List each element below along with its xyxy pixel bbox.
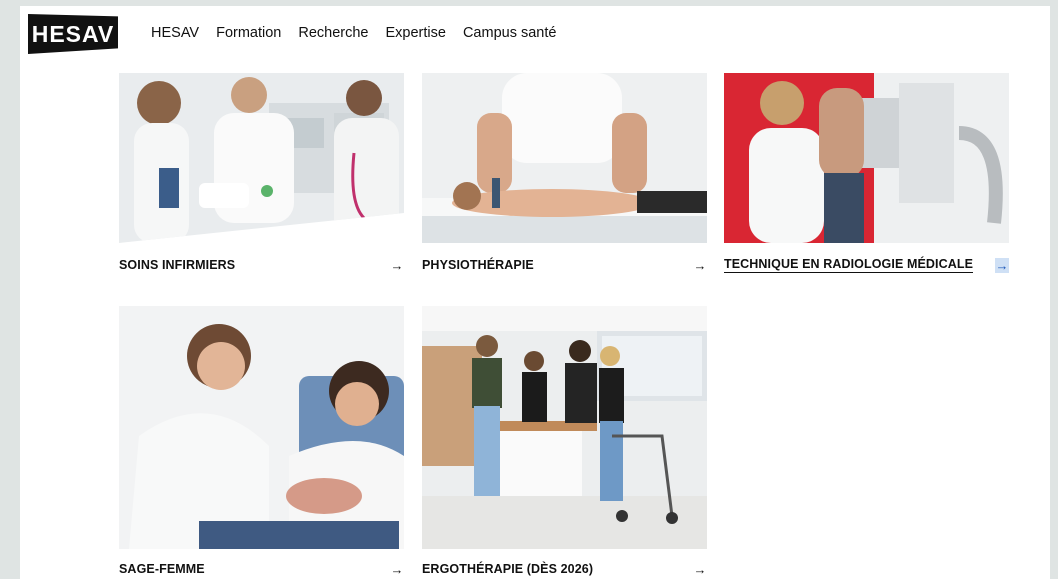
card-label: PHYSIOTHÉRAPIE [422,258,534,272]
card-soins-infirmiers[interactable]: SOINS INFIRMIERS → [119,73,404,283]
card-image-soins-infirmiers [119,73,404,243]
arrow-right-icon: → [390,257,404,273]
card-image-physiotherapie [422,73,707,243]
arrow-right-icon: → [995,257,1009,273]
card-image-ergotherapie [422,306,707,549]
arrow-right-icon: → [693,561,707,577]
card-label-row: ERGOTHÉRAPIE (DÈS 2026) → [422,559,707,579]
card-image-sage-femme [119,306,404,549]
card-label: SAGE-FEMME [119,562,205,576]
card-label: ERGOTHÉRAPIE (DÈS 2026) [422,562,594,576]
nav-item-recherche[interactable]: Recherche [298,25,368,41]
nav-item-hesav[interactable]: HESAV [151,25,199,41]
nav-item-expertise[interactable]: Expertise [386,25,446,41]
nav-item-campus-sante[interactable]: Campus santé [463,25,557,41]
page: HESAV HESAV Formation Recherche Expertis… [20,6,1050,579]
logo-text: HESAV [31,20,115,47]
arrow-right-icon: → [390,561,404,577]
hesav-logo[interactable]: HESAV [28,14,118,54]
arrow-right-icon: → [693,257,707,273]
card-label-row: SAGE-FEMME → [119,559,404,579]
main-nav: HESAV Formation Recherche Expertise Camp… [151,25,556,41]
card-label: TECHNIQUE EN RADIOLOGIE MÉDICALE [724,257,974,273]
card-technique-radiologie-medicale[interactable]: TECHNIQUE EN RADIOLOGIE MÉDICALE → [724,73,1009,283]
card-sage-femme[interactable]: SAGE-FEMME → [119,306,404,579]
card-label-row: TECHNIQUE EN RADIOLOGIE MÉDICALE → [724,255,1009,275]
top-navigation: HESAV HESAV Formation Recherche Expertis… [20,6,1050,64]
card-physiotherapie[interactable]: PHYSIOTHÉRAPIE → [422,73,707,283]
card-label-row: SOINS INFIRMIERS → [119,255,404,275]
nav-item-formation[interactable]: Formation [216,25,281,41]
card-label-row: PHYSIOTHÉRAPIE → [422,255,707,275]
card-image-radiologie [724,73,1009,243]
card-ergotherapie[interactable]: ERGOTHÉRAPIE (DÈS 2026) → [422,306,707,579]
card-label: SOINS INFIRMIERS [119,258,236,272]
